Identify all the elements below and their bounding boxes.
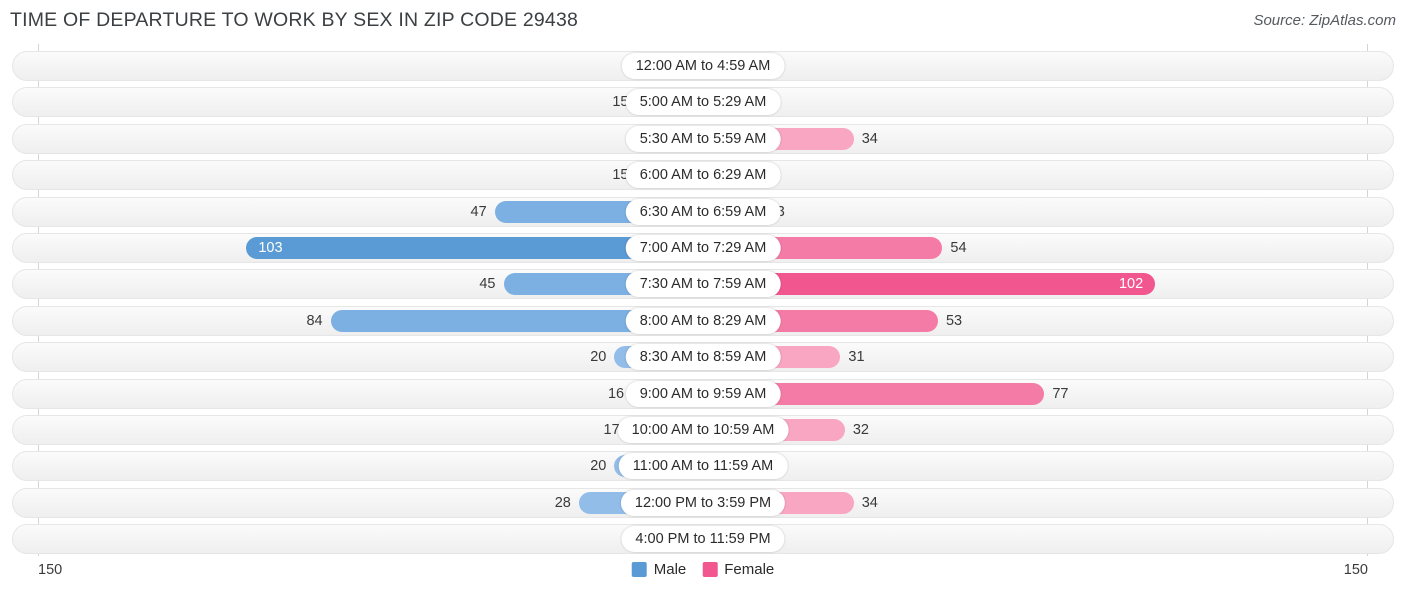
chart-footer: 150 150 Male Female (0, 556, 1406, 595)
chart-row: 20 31 8:30 AM to 8:59 AM (0, 339, 1406, 375)
legend-swatch-male-icon (631, 562, 647, 577)
value-label-female: 54 (950, 240, 967, 256)
diverging-bar-chart: 2012:00 AM to 4:59 AM1565:00 AM to 5:29 … (0, 44, 1406, 556)
category-label: 6:00 AM to 6:29 AM (625, 162, 781, 189)
chart-header: TIME OF DEPARTURE TO WORK BY SEX IN ZIP … (0, 0, 1406, 44)
axis-max-right: 150 (1343, 562, 1368, 578)
legend-swatch-female-icon (702, 562, 718, 577)
chart-row: 103 54 7:00 AM to 7:29 AM (0, 230, 1406, 266)
category-label: 4:00 PM to 11:59 PM (621, 526, 785, 553)
chart-row: 2012:00 AM to 4:59 AM (0, 48, 1406, 84)
category-label: 8:00 AM to 8:29 AM (625, 307, 781, 334)
source-attribution: Source: ZipAtlas.com (1253, 12, 1396, 29)
category-label: 12:00 PM to 3:59 PM (620, 489, 786, 516)
value-label-female: 77 (1052, 385, 1069, 402)
value-label-male: 84 (306, 312, 323, 329)
chart-row: 47136:30 AM to 6:59 AM (0, 194, 1406, 230)
value-label-male-inside: 103 (258, 240, 283, 256)
legend-item-female[interactable]: Female (702, 561, 774, 578)
chart-row: 15126:00 AM to 6:29 AM (0, 157, 1406, 193)
category-label: 7:30 AM to 7:59 AM (625, 271, 781, 298)
legend-label-female: Female (724, 561, 775, 578)
legend-item-male[interactable]: Male (631, 561, 687, 578)
category-label: 6:30 AM to 6:59 AM (625, 198, 781, 225)
value-label-female: 32 (852, 422, 869, 438)
value-label-female: 34 (861, 130, 878, 147)
chart-row: 84 53 8:00 AM to 8:29 AM (0, 303, 1406, 339)
value-label-female: 31 (848, 349, 865, 366)
chart-row: 28 34 12:00 PM to 3:59 PM (0, 485, 1406, 521)
category-label: 7:00 AM to 7:29 AM (625, 235, 781, 261)
legend-label-male: Male (653, 561, 687, 578)
category-label: 10:00 AM to 10:59 AM (617, 417, 789, 443)
value-label-female-inside: 102 (1118, 276, 1144, 293)
page-title: TIME OF DEPARTURE TO WORK BY SEX IN ZIP … (10, 9, 579, 31)
value-label-male: 20 (590, 458, 607, 475)
chart-row: 16 77 9:00 AM to 9:59 AM (0, 376, 1406, 412)
chart-row: 144:00 PM to 11:59 PM (0, 521, 1406, 557)
value-label-male: 20 (590, 349, 607, 366)
chart-legend: Male Female (631, 561, 774, 578)
value-label-male: 16 (607, 385, 625, 402)
category-label: 11:00 AM to 11:59 AM (618, 453, 788, 480)
category-label: 5:30 AM to 5:59 AM (625, 125, 781, 152)
category-label: 12:00 AM to 4:59 AM (621, 53, 785, 79)
category-label: 9:00 AM to 9:59 AM (625, 380, 781, 407)
value-label-female: 53 (945, 312, 963, 329)
axis-max-left: 150 (38, 562, 63, 578)
chart-row: 1565:00 AM to 5:29 AM (0, 84, 1406, 120)
chart-row: 17 32 10:00 AM to 10:59 AM (0, 412, 1406, 448)
category-label: 5:00 AM to 5:29 AM (625, 89, 781, 116)
chart-row: 7345:30 AM to 5:59 AM (0, 121, 1406, 157)
chart-row: 20511:00 AM to 11:59 AM (0, 448, 1406, 484)
chart-row: 45 102 7:30 AM to 7:59 AM (0, 266, 1406, 302)
value-label-female: 34 (861, 494, 878, 511)
value-label-male: 28 (554, 494, 571, 511)
value-label-male: 45 (479, 276, 496, 293)
value-label-male: 47 (470, 203, 487, 220)
category-label: 8:30 AM to 8:59 AM (625, 344, 781, 371)
